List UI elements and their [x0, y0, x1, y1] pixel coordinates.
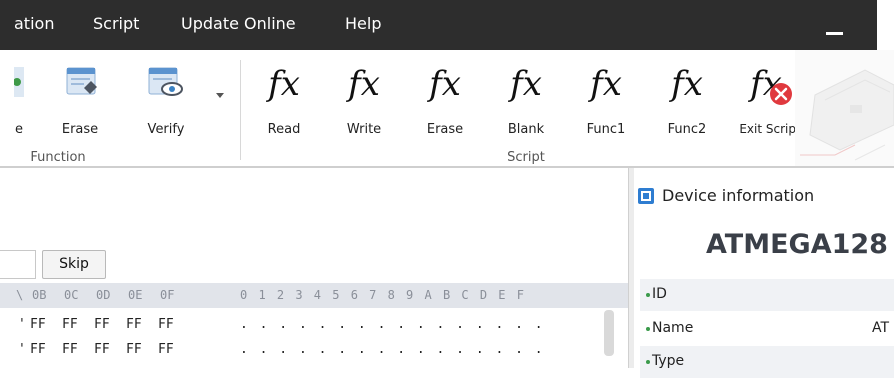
fx-icon[interactable]: fx [585, 62, 627, 106]
hex-header-col: 0D [96, 288, 111, 302]
hex-row: ' FF FF FF FF FF . . . . . . . . . . . .… [0, 342, 610, 364]
function-group-label: Function [30, 150, 86, 165]
erase-script-button[interactable]: Erase [427, 122, 463, 137]
info-label: ID [652, 286, 667, 302]
vertical-scrollbar[interactable] [604, 310, 614, 356]
function-button-label[interactable]: e [15, 122, 23, 137]
device-name: ATMEGA128 [706, 229, 888, 260]
verify-eye-icon[interactable] [148, 66, 184, 100]
hex-byte[interactable]: FF [62, 317, 78, 332]
fx-icon[interactable]: fx [424, 62, 466, 106]
erase-button-label[interactable]: Erase [62, 122, 98, 137]
hex-header-col: 0B [32, 288, 47, 302]
window-edge [877, 0, 894, 50]
erase-chip-icon[interactable] [66, 66, 100, 100]
menu-bar: ation Script Update Online Help [0, 0, 894, 50]
minimize-icon[interactable] [826, 32, 843, 35]
ribbon-toolbar: e Erase Verify Function fx Read fx Write… [0, 50, 894, 168]
info-row-type: Type [640, 346, 894, 378]
menu-help[interactable]: Help [345, 14, 381, 33]
fx-icon[interactable]: fx [263, 62, 305, 106]
bullet-icon [646, 327, 650, 331]
exit-badge-icon [770, 83, 792, 105]
info-row-id: ID [640, 279, 894, 311]
menu-script[interactable]: Script [93, 14, 139, 33]
hex-byte[interactable]: FF [30, 317, 46, 332]
script-group-label: Script [507, 150, 545, 165]
verify-button-label[interactable]: Verify [148, 122, 185, 137]
hex-byte[interactable]: FF [126, 317, 142, 332]
ascii-text[interactable]: . . . . . . . . . . . . . . . . [240, 342, 545, 357]
func2-script-button[interactable]: Func2 [668, 122, 707, 137]
chevron-down-icon[interactable] [216, 93, 224, 99]
ascii-header: 0 1 2 3 4 5 6 7 8 9 A B C D E F [240, 288, 526, 302]
hex-lead: ' [18, 317, 26, 332]
hex-header-col: 0E [128, 288, 143, 302]
hex-byte[interactable]: FF [94, 317, 110, 332]
hex-byte[interactable]: FF [158, 342, 174, 357]
menu-update-online[interactable]: Update Online [181, 14, 296, 33]
ascii-text[interactable]: . . . . . . . . . . . . . . . . [240, 317, 545, 332]
fx-icon[interactable]: fx [666, 62, 708, 106]
exit-script-button[interactable]: Exit Script [739, 122, 800, 136]
skip-button[interactable]: Skip [42, 250, 106, 279]
bullet-icon [646, 293, 650, 297]
fx-icon[interactable]: fx [343, 62, 385, 106]
hex-byte[interactable]: FF [94, 342, 110, 357]
info-label: Name [652, 320, 694, 336]
hex-byte[interactable]: FF [30, 342, 46, 357]
hex-byte[interactable]: FF [126, 342, 142, 357]
group-separator [240, 60, 241, 160]
hex-byte[interactable]: FF [158, 317, 174, 332]
program-icon[interactable] [14, 65, 24, 101]
func1-script-button[interactable]: Func1 [587, 122, 626, 137]
hex-column-header: \ 0B 0C 0D 0E 0F 0 1 2 3 4 5 6 7 8 9 A B… [0, 283, 628, 308]
hex-lead: ' [18, 342, 26, 357]
read-script-button[interactable]: Read [268, 122, 301, 137]
offset-input[interactable] [0, 250, 36, 279]
menu-operation[interactable]: ation [14, 14, 54, 33]
circuit-board-decoration [795, 50, 894, 166]
hex-byte[interactable]: FF [62, 342, 78, 357]
fx-icon[interactable]: fx [505, 62, 547, 106]
hex-header-lead: \ [16, 288, 24, 302]
blank-script-button[interactable]: Blank [508, 122, 544, 137]
info-row-name: Name AT [640, 313, 894, 345]
info-label: Type [652, 353, 685, 369]
hex-header-col: 0C [64, 288, 79, 302]
hex-row: ' FF FF FF FF FF . . . . . . . . . . . .… [0, 317, 610, 339]
bullet-icon [646, 360, 650, 364]
hex-header-col: 0F [160, 288, 175, 302]
device-info-title: Device information [662, 186, 815, 205]
write-script-button[interactable]: Write [347, 122, 381, 137]
info-value: AT [872, 320, 890, 336]
chip-icon [638, 188, 654, 204]
